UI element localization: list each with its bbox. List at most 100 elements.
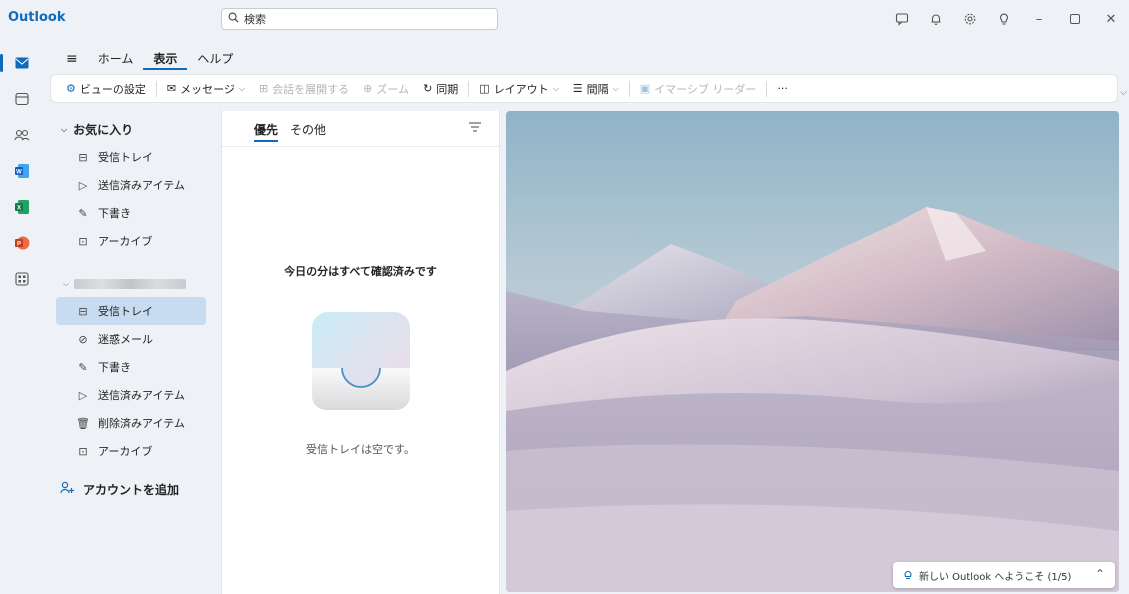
sync-icon: ↻ [423,82,433,95]
toolbar-divider [155,80,157,97]
toolbar-divider [766,80,768,97]
view-settings-label: ビューの設定 [79,82,146,96]
messages-button[interactable]: ✉ メッセージ ⌵ [160,78,252,100]
tab-home[interactable]: ホーム [88,50,144,70]
folder-junk[interactable]: ⊘ 迷惑メール [56,325,206,353]
folder-label: 受信トレイ [98,151,153,164]
tab-view[interactable]: 表示 [143,50,188,70]
junk-icon: ⊘ [78,332,88,346]
search-input[interactable]: 検索 [221,8,498,30]
layout-button[interactable]: ◫ レイアウト ⌵ [472,78,565,100]
folder-favorites-drafts[interactable]: ✎ 下書き [56,199,206,227]
folder-favorites-archive[interactable]: ⊡ アーカイブ [56,227,206,255]
reading-pane: 新しい Outlook へようこそ (1/5) ⌃ [506,111,1119,592]
spacing-button[interactable]: ☰ 間隔 ⌵ [566,78,626,100]
ribbon-tabs: ≡ ホーム 表示 ヘルプ [56,50,243,70]
view-settings-button[interactable]: ⚙ ビューの設定 [59,78,153,100]
add-account-button[interactable]: アカウントを追加 [60,481,179,498]
folder-label: アーカイブ [98,235,153,248]
favorites-header[interactable]: ⌵ お気に入り [61,121,133,138]
ribbon-toolbar: ⚙ ビューの設定 ✉ メッセージ ⌵ ⊞ 会話を展開する ⊕ ズーム ↻ 同期 … [50,74,1118,103]
zoom-icon: ⊕ [363,82,373,95]
chevron-up-icon[interactable]: ⌃ [1095,567,1105,581]
sync-label: 同期 [436,82,459,96]
expand-conversations-button[interactable]: ⊞ 会話を展開する [252,78,356,100]
favorites-label: お気に入り [73,123,134,137]
folder-label: アーカイブ [98,445,153,458]
folder-favorites-inbox[interactable]: ⊟ 受信トレイ [56,143,206,171]
word-icon[interactable]: W [11,160,33,182]
apps-icon[interactable] [11,268,33,290]
folder-label: 送信済みアイテム [98,179,185,192]
add-person-icon [60,481,75,498]
folder-label: 送信済みアイテム [98,389,185,402]
title-bar: Outlook 検索 – ✕ [0,0,1129,38]
lightbulb-icon [903,568,913,583]
hamburger-menu-icon[interactable]: ≡ [56,50,88,70]
bell-icon[interactable] [919,0,953,38]
welcome-text: 新しい Outlook へようこそ (1/5) [919,571,1072,583]
folder-inbox[interactable]: ⊟ 受信トレイ [56,297,206,325]
chevron-down-icon: ⌵ [612,83,619,93]
minimize-icon[interactable]: – [1021,0,1057,38]
zoom-button[interactable]: ⊕ ズーム [356,78,416,100]
search-icon [228,12,239,26]
close-icon[interactable]: ✕ [1093,0,1129,38]
immersive-reader-button[interactable]: ▣ イマーシブ リーダー [633,78,764,100]
excel-icon[interactable]: X [11,196,33,218]
desert-mountain-background [506,111,1119,592]
tab-focused[interactable]: 優先 [254,121,279,142]
mail-icon[interactable] [11,52,33,74]
layout-icon: ◫ [479,82,490,95]
trash-icon: 🗑 [76,416,90,430]
folder-sent[interactable]: ▷ 送信済みアイテム [56,381,206,409]
archive-icon: ⊡ [78,234,88,248]
welcome-banner[interactable]: 新しい Outlook へようこそ (1/5) ⌃ [893,562,1115,588]
empty-inbox-illustration [310,312,412,416]
immersive-reader-icon: ▣ [639,82,651,95]
list-divider [222,146,499,147]
empty-state-subtitle: 受信トレイは空です。 [306,443,415,456]
folder-drafts[interactable]: ✎ 下書き [56,353,206,381]
app-rail: W X P [0,38,46,594]
sync-button[interactable]: ↻ 同期 [416,78,465,100]
folder-archive[interactable]: ⊡ アーカイブ [56,437,206,465]
layout-label: レイアウト [493,82,549,96]
inbox-icon: ⊟ [78,150,88,164]
svg-text:X: X [17,206,21,212]
gear-icon[interactable] [953,0,987,38]
chevron-down-icon: ⌵ [61,124,68,134]
folder-label: 下書き [98,361,131,374]
ribbon-collapse-chevron-icon[interactable]: ⌵ [1120,88,1127,98]
tab-help[interactable]: ヘルプ [187,50,243,70]
gear-icon: ⚙ [66,82,76,95]
folder-favorites-sent[interactable]: ▷ 送信済みアイテム [56,171,206,199]
folder-label: 下書き [98,207,131,220]
calendar-icon[interactable] [11,88,33,110]
powerpoint-icon[interactable]: P [11,232,33,254]
more-options-button[interactable]: ··· [770,78,795,100]
people-icon[interactable] [11,124,33,146]
lightbulb-icon[interactable] [987,0,1021,38]
folder-deleted[interactable]: 🗑 削除済みアイテム [56,409,206,437]
chevron-down-icon: ⌵ [552,83,559,93]
message-list: 優先 その他 今日の分はすべて確認済みです 受信トレイは空です。 [221,111,500,594]
draft-icon: ✎ [78,206,88,220]
maximize-icon[interactable] [1057,0,1093,38]
folder-label: 迷惑メール [98,333,153,346]
tab-other[interactable]: その他 [290,121,326,142]
toolbar-divider [628,80,630,97]
expand-icon: ⊞ [258,82,269,95]
envelope-icon: ✉ [166,82,177,95]
feedback-icon[interactable] [885,0,919,38]
toolbar-divider [468,80,470,97]
chevron-down-icon: ⌵ [238,83,245,93]
folder-label: 削除済みアイテム [98,417,185,430]
send-icon: ▷ [78,388,88,402]
archive-icon: ⊡ [78,444,88,458]
chevron-down-icon[interactable]: ⌵ [63,279,69,289]
folder-label: 受信トレイ [98,305,153,318]
filter-icon[interactable] [469,121,481,135]
account-name-redacted[interactable] [74,279,186,289]
send-icon: ▷ [78,178,88,192]
